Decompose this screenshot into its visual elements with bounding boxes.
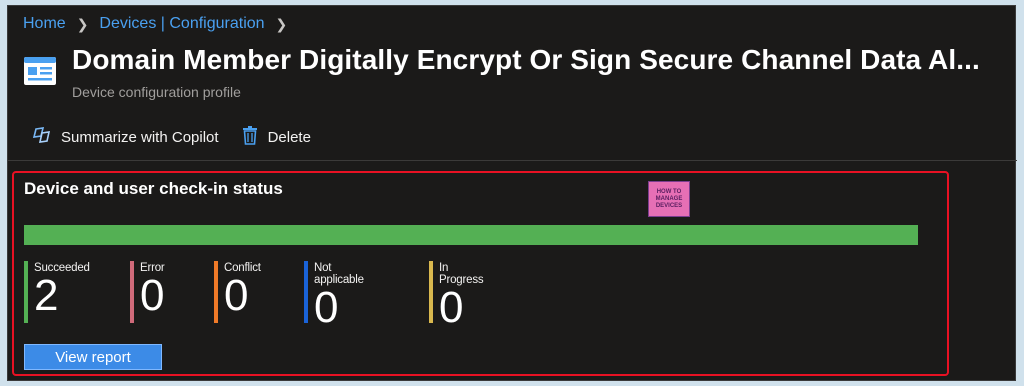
chevron-right-icon: ❯ xyxy=(76,15,89,32)
view-report-button[interactable]: View report xyxy=(24,344,162,370)
breadcrumb: Home ❯ Devices | Configuration ❯ xyxy=(23,11,298,37)
logo-line: DEVICES xyxy=(655,202,683,209)
check-in-status-card: Device and user check-in status HOW TO M… xyxy=(12,171,949,376)
stat-conflict: Conflict 0 xyxy=(214,261,261,323)
trash-icon xyxy=(241,125,259,149)
page-subtitle: Device configuration profile xyxy=(72,84,241,100)
logo-line: HOW TO xyxy=(656,188,682,195)
stat-value: 0 xyxy=(224,271,249,320)
chevron-right-icon: ❯ xyxy=(275,15,288,32)
breadcrumb-devices-configuration-link[interactable]: Devices | Configuration xyxy=(99,15,264,33)
profile-icon xyxy=(23,54,57,88)
copilot-icon xyxy=(32,125,52,149)
command-bar: Summarize with Copilot Delete xyxy=(32,122,311,152)
breadcrumb-home-link[interactable]: Home xyxy=(23,15,66,33)
header-divider xyxy=(8,160,1017,161)
stat-succeeded: Succeeded 2 xyxy=(24,261,90,323)
progress-succeeded-fill xyxy=(24,225,918,245)
summarize-with-copilot-label: Summarize with Copilot xyxy=(61,128,219,146)
stat-in-progress: In Progress 0 xyxy=(429,261,484,330)
page-title: Domain Member Digitally Encrypt Or Sign … xyxy=(72,44,980,75)
stat-error: Error 0 xyxy=(130,261,165,323)
stat-value: 2 xyxy=(34,271,59,320)
delete-button[interactable]: Delete xyxy=(241,125,311,149)
blade-panel: Home ❯ Devices | Configuration ❯ Domain … xyxy=(7,5,1017,381)
stat-value: 0 xyxy=(140,271,165,320)
stat-value: 0 xyxy=(439,283,464,332)
delete-label: Delete xyxy=(267,128,311,146)
check-in-progress-bar xyxy=(24,225,918,245)
how-to-manage-devices-logo: HOW TO MANAGE DEVICES xyxy=(648,181,690,217)
card-title: Device and user check-in status xyxy=(24,179,283,198)
summarize-with-copilot-button[interactable]: Summarize with Copilot xyxy=(32,125,219,149)
stat-value: 0 xyxy=(314,283,339,332)
logo-line: MANAGE xyxy=(655,195,683,202)
stat-not-applicable: Not applicable 0 xyxy=(304,261,364,330)
